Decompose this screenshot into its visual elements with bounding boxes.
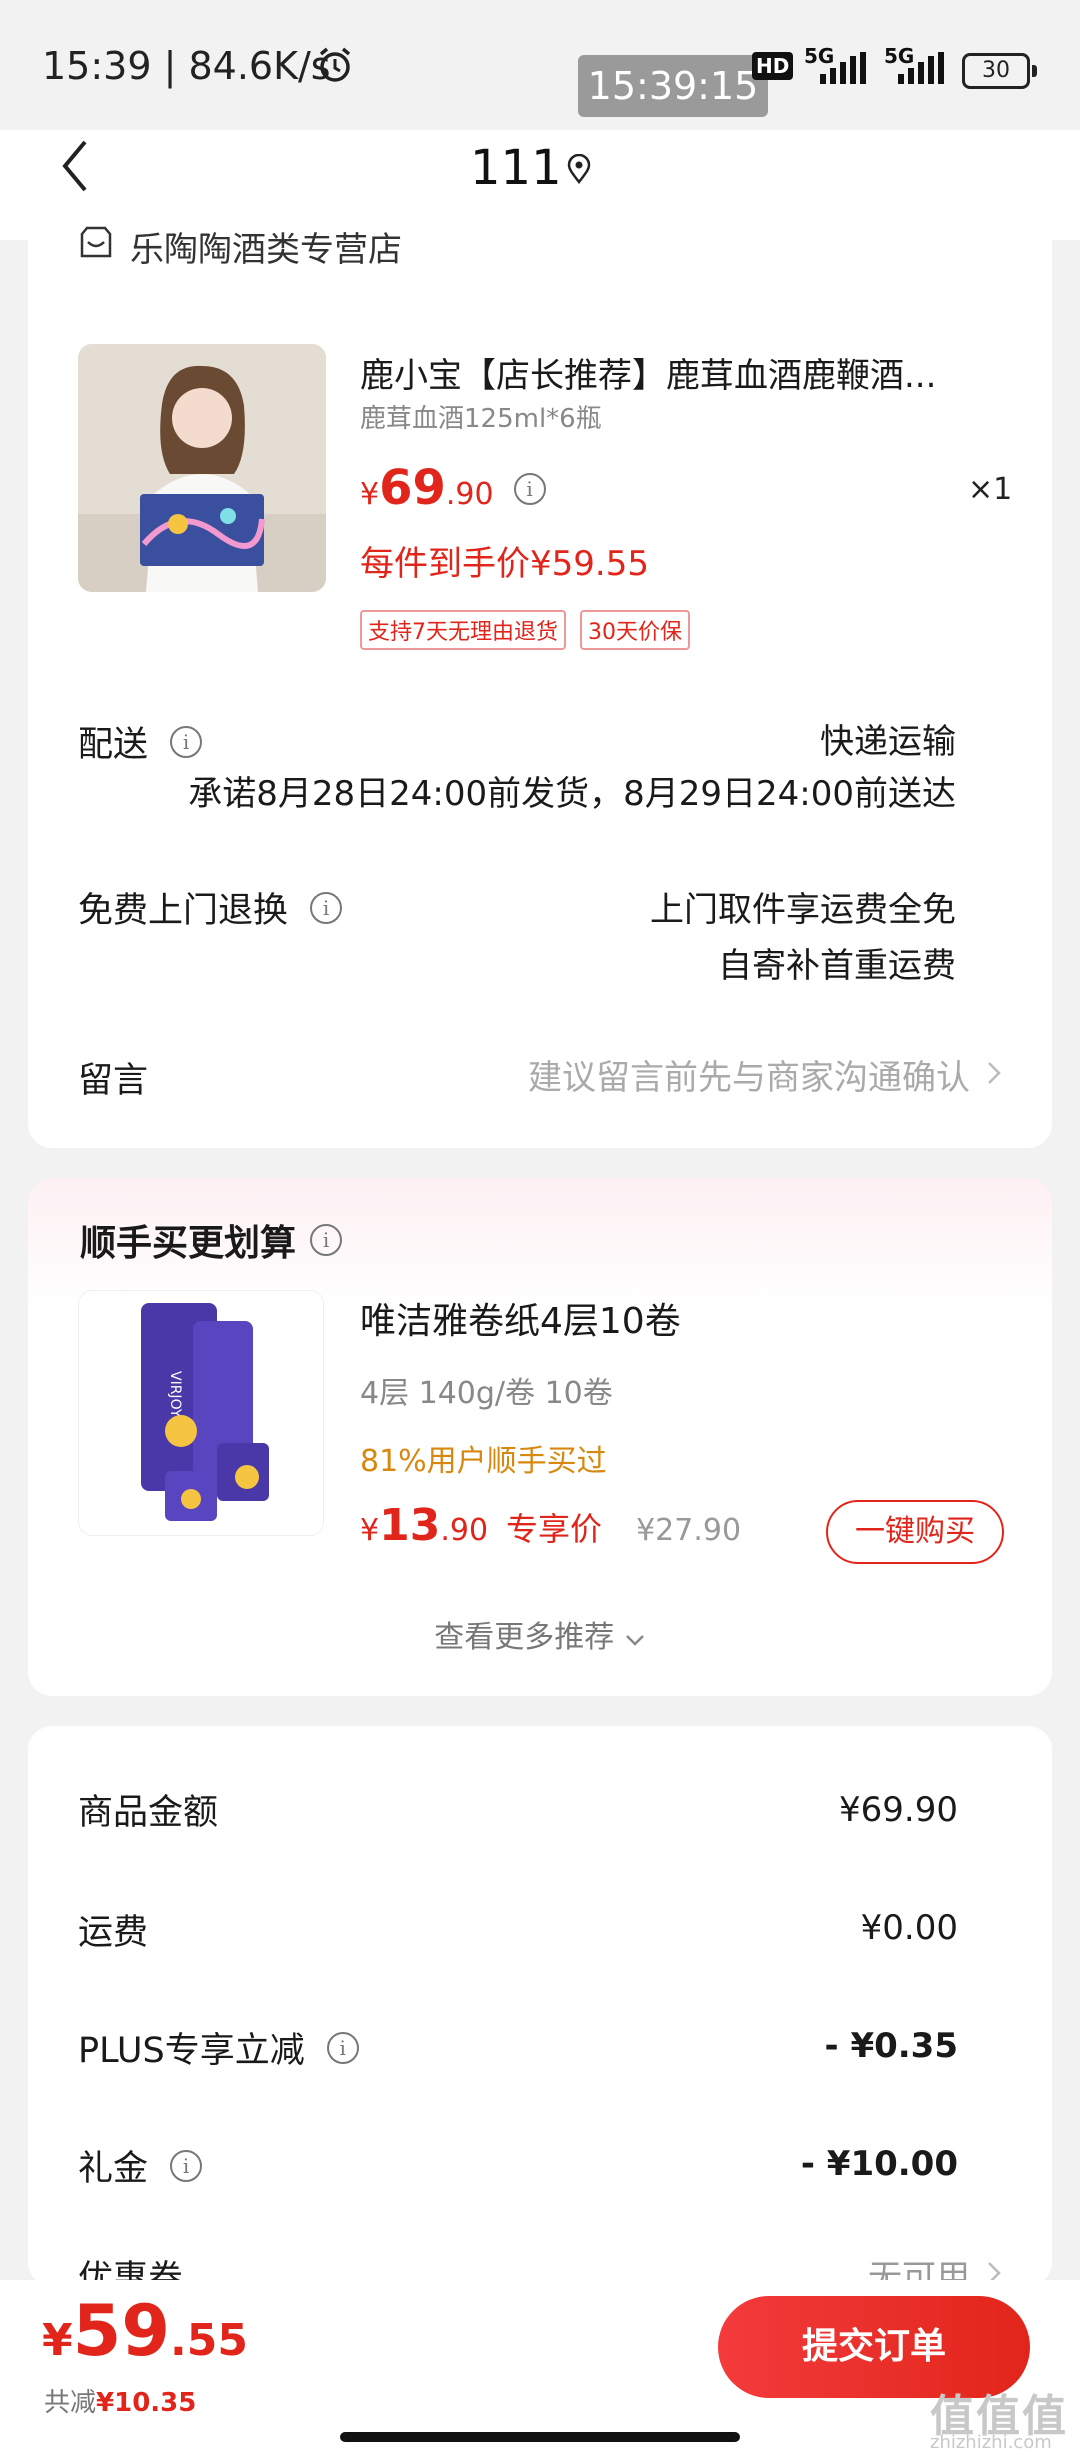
message-input[interactable]: 建议留言前先与商家沟通确认 [528,1050,1002,1099]
one-click-buy-button[interactable]: 一键购买 [826,1500,1004,1564]
clock-overlay: 15:39:15 [578,55,768,117]
chevron-right-icon [986,1055,1002,1095]
plus-info-icon[interactable]: i [326,2031,359,2064]
recommend-title: 顺手买更划算 i [80,1214,343,1266]
summary-shipping-value: ¥0.00 [860,1908,958,1948]
shop-name: 乐陶陶酒类专营店 [130,230,402,270]
summary-goods-value: ¥69.90 [839,1790,958,1830]
delivery-method[interactable]: 快递运输 [820,714,956,763]
net-price: 每件到手价¥59.55 [360,544,649,584]
product-title[interactable]: 鹿小宝【店长推荐】鹿茸血酒鹿鞭酒... [360,348,936,397]
recommend-info-icon[interactable]: i [310,1224,343,1256]
signal-icon-2 [898,52,944,84]
product-spec: 鹿茸血酒125ml*6瓶 [360,404,602,434]
summary-plus-label: PLUS专享立减 i [78,2022,359,2073]
product-quantity: ×1 [968,472,1013,507]
order-item-card [28,200,1052,1148]
delivery-info-icon[interactable]: i [170,725,203,758]
recommend-item-image[interactable]: VIRJOY [78,1290,324,1536]
product-image[interactable] [78,344,326,592]
more-recommend-link[interactable]: 查看更多推荐 [0,1612,1080,1656]
recommend-item-title[interactable]: 唯洁雅卷纸4层10卷 [360,1292,681,1344]
header-title[interactable]: 111 [470,140,562,196]
returns-label: 免费上门退换 i [78,882,343,933]
svg-text:VIRJOY: VIRJOY [167,1371,183,1418]
location-pin-icon[interactable] [566,153,592,185]
product-price: ¥ 69 .90 i [360,460,546,516]
tag-price-protect: 30天价保 [580,610,690,650]
summary-goods-label: 商品金额 [78,1793,219,1833]
returns-info-icon[interactable]: i [310,891,343,924]
original-price: ¥27.90 [636,1513,742,1548]
home-indicator[interactable] [340,2432,740,2442]
service-tags: 支持7天无理由退货 30天价保 [360,610,690,650]
status-time: 15:39 | 84.6K/s [42,44,331,88]
signal-icon-1 [820,52,866,84]
returns-line1: 上门取件享运费全免 [650,890,956,930]
summary-shipping-label: 运费 [78,1913,149,1953]
shop-row[interactable]: 乐陶陶酒类专营店 [78,222,402,271]
returns-line2: 自寄补首重运费 [718,946,956,986]
battery-icon: 30 [962,53,1037,89]
hd-badge: HD [752,52,794,80]
exclusive-price-label: 专享价 [506,1510,603,1548]
total-price: ¥ 59 .55 [42,2290,248,2372]
gift-info-icon[interactable]: i [170,2149,203,2182]
back-arrow-icon[interactable] [55,136,95,196]
recommend-item-price: ¥ 13 .90 专享价 ¥27.90 [360,1500,742,1551]
recommend-item-social: 81%用户顺手买过 [360,1444,607,1479]
message-label: 留言 [78,1061,149,1101]
delivery-label: 配送 i [78,716,203,767]
watermark-url: zhizhizhi.com [930,2432,1052,2453]
shop-icon [78,224,114,269]
price-info-icon[interactable]: i [513,473,546,505]
alarm-icon [316,46,354,84]
summary-gift-value[interactable]: - ¥10.00 [801,2144,958,2184]
total-saved: 共减¥10.35 [44,2388,197,2418]
delivery-promise: 承诺8月28日24:00前发货，8月29日24:00前送达 [188,774,956,814]
recommend-item-spec: 4层 140g/卷 10卷 [360,1376,613,1411]
summary-plus-value: - ¥0.35 [824,2026,959,2066]
tag-7day-return: 支持7天无理由退货 [360,610,566,650]
summary-gift-label: 礼金 i [78,2140,203,2191]
chevron-down-icon [624,1620,646,1655]
